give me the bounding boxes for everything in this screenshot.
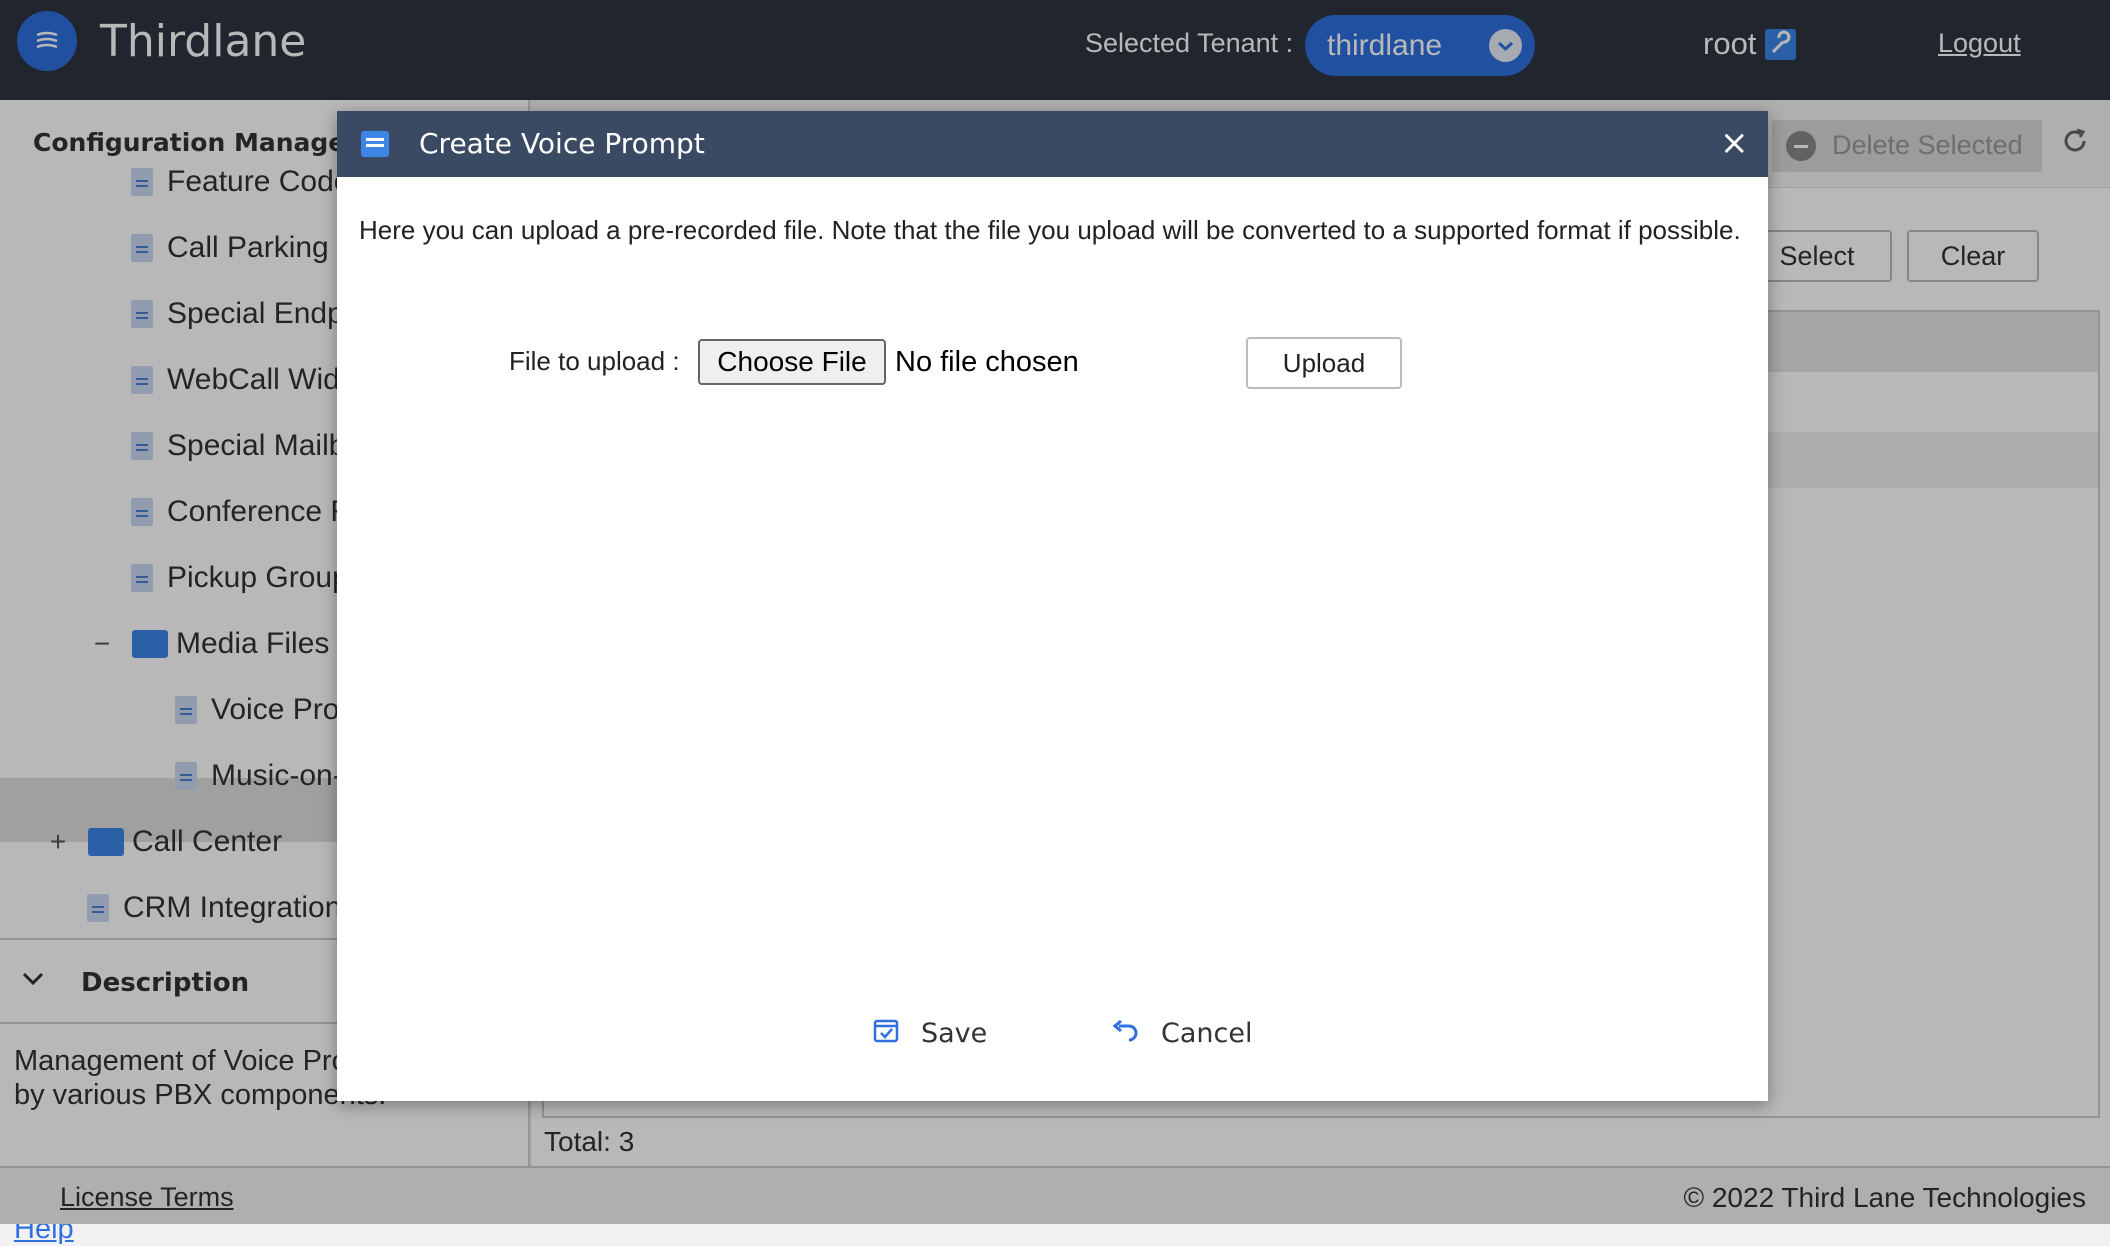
dialog-header: Create Voice Prompt × <box>337 111 1768 177</box>
undo-icon <box>1111 1018 1139 1049</box>
file-upload-label: File to upload : <box>509 346 680 376</box>
save-icon <box>873 1017 899 1050</box>
cancel-label: Cancel <box>1161 1017 1253 1049</box>
file-status: No file chosen <box>895 346 1079 378</box>
save-button[interactable]: Save <box>873 1011 987 1055</box>
create-voice-prompt-dialog: Create Voice Prompt × Here you can uploa… <box>337 111 1768 1101</box>
choose-file-button[interactable]: Choose File <box>698 339 886 385</box>
close-icon[interactable]: × <box>1720 123 1749 163</box>
cancel-button[interactable]: Cancel <box>1111 1011 1252 1055</box>
dialog-message: Here you can upload a pre-recorded file.… <box>359 215 1741 245</box>
dialog-title: Create Voice Prompt <box>419 127 705 160</box>
save-label: Save <box>921 1017 988 1049</box>
upload-button[interactable]: Upload <box>1246 337 1402 389</box>
window-icon <box>361 131 389 157</box>
